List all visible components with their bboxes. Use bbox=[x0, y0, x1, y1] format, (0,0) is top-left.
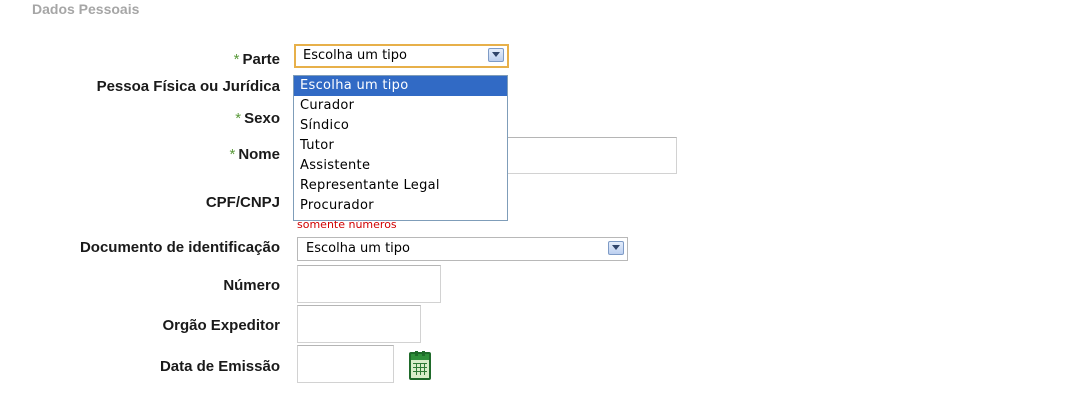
dropdown-option[interactable]: Curador bbox=[294, 96, 507, 116]
parte-label: * Parte bbox=[234, 51, 280, 68]
parte-select[interactable]: Escolha um tipo bbox=[294, 44, 509, 68]
dropdown-option[interactable]: Tutor bbox=[294, 136, 507, 156]
chevron-down-icon[interactable] bbox=[608, 241, 624, 255]
dropdown-option[interactable]: Síndico bbox=[294, 116, 507, 136]
required-asterisk-icon: * bbox=[229, 146, 236, 163]
dropdown-option[interactable]: Assistente bbox=[294, 156, 507, 176]
top-truncated-text bbox=[300, 0, 780, 3]
dropdown-option[interactable]: Representante Legal bbox=[294, 176, 507, 196]
chevron-down-icon[interactable] bbox=[488, 48, 504, 62]
nome-label: * Nome bbox=[229, 146, 280, 163]
numero-label: Número bbox=[223, 277, 280, 294]
parte-label-text: Parte bbox=[242, 51, 280, 68]
orgao-input[interactable] bbox=[297, 305, 421, 343]
dropdown-option[interactable]: Escolha um tipo bbox=[294, 76, 507, 96]
dropdown-option[interactable]: Procurador bbox=[294, 196, 507, 216]
parte-dropdown-list[interactable]: Escolha um tipo Curador Síndico Tutor As… bbox=[293, 75, 508, 221]
documento-select-value: Escolha um tipo bbox=[306, 241, 410, 256]
calendar-header bbox=[411, 354, 429, 360]
nome-label-text: Nome bbox=[238, 146, 280, 163]
data-emissao-label: Data de Emissão bbox=[159, 358, 280, 375]
required-asterisk-icon: * bbox=[233, 51, 240, 68]
documento-select[interactable]: Escolha um tipo bbox=[297, 237, 628, 261]
parte-select-value: Escolha um tipo bbox=[303, 48, 407, 63]
data-emissao-input[interactable] bbox=[297, 345, 394, 383]
pessoa-label: Pessoa Física ou Jurídica bbox=[96, 78, 280, 95]
sexo-label: * Sexo bbox=[235, 110, 280, 127]
calendar-ring bbox=[415, 351, 418, 356]
orgao-label: Orgão Expeditor bbox=[162, 317, 280, 334]
calendar-ring bbox=[422, 351, 425, 356]
calendar-icon[interactable] bbox=[409, 351, 431, 380]
numero-input[interactable] bbox=[297, 265, 441, 303]
cpf-label: CPF/CNPJ bbox=[205, 194, 280, 211]
required-asterisk-icon: * bbox=[235, 110, 242, 127]
fieldset-legend: Dados Pessoais bbox=[26, 1, 146, 17]
documento-label: Documento de identificação bbox=[79, 239, 280, 256]
calendar-grid bbox=[413, 363, 427, 375]
sexo-label-text: Sexo bbox=[244, 110, 280, 127]
